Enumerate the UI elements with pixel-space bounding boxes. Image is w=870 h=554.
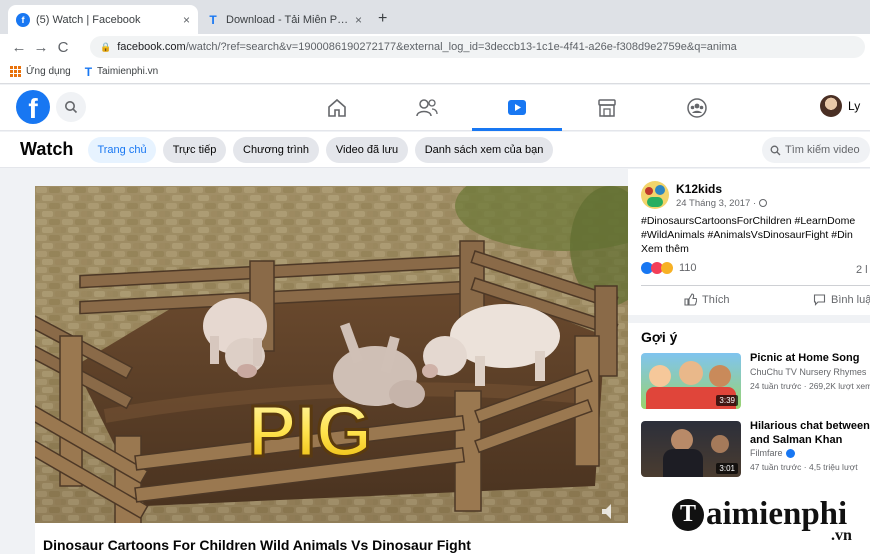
post-date: 24 Tháng 3, 2017 ·	[676, 198, 767, 209]
nav-home[interactable]	[292, 89, 382, 127]
search-icon	[770, 145, 781, 155]
suggestion-meta: 24 tuần trước · 269,2K lượt xem	[750, 381, 870, 391]
lock-icon: 🔒	[100, 41, 112, 52]
groups-icon	[687, 98, 707, 118]
facebook-header: f Ly	[0, 85, 870, 131]
video-info-bar: Dinosaur Cartoons For Children Wild Anim…	[35, 523, 628, 554]
marketplace-icon	[598, 99, 616, 117]
suggestion-title-cont[interactable]: and Salman Khan	[750, 434, 870, 446]
video-title[interactable]: Dinosaur Cartoons For Children Wild Anim…	[43, 537, 471, 553]
bookmarks-bar: Ứng dụng T Taimienphi.vn	[0, 60, 870, 84]
new-tab-button[interactable]: +	[378, 10, 387, 28]
facebook-logo[interactable]: f	[16, 90, 50, 124]
watermark-initial: T	[672, 498, 704, 531]
comment-icon	[813, 294, 826, 306]
suggestion-meta: 47 tuần trước · 4,5 triệu lượt	[750, 462, 858, 472]
suggestion-channel[interactable]: Filmfare	[750, 448, 795, 458]
reaction-count: 110	[679, 262, 697, 274]
url-host: facebook.com	[117, 41, 186, 53]
suggestion-channel[interactable]: ChuChu TV Nursery Rhymes	[750, 367, 870, 377]
tab-title: Download - Tải Miễn Phí VN - Ph	[226, 13, 349, 26]
tab-taimienphi[interactable]: T Download - Tải Miễn Phí VN - Ph ×	[198, 5, 370, 34]
watch-subheader: Watch Trang chủ Trực tiếp Chương trình V…	[0, 132, 870, 168]
post-hashtags-1[interactable]: #DinosaursCartoonsForChildren #LearnDome	[641, 215, 870, 227]
profile-button[interactable]: Ly	[820, 95, 860, 117]
tab-facebook-watch[interactable]: f (5) Watch | Facebook ×	[8, 5, 198, 34]
close-tab-icon[interactable]: ×	[183, 13, 190, 27]
channel-name[interactable]: K12kids	[676, 182, 722, 196]
browser-toolbar: ← → C 🔒 facebook.com /watch/?ref=search&…	[0, 34, 870, 60]
bookmark-label: Taimienphi.vn	[97, 66, 159, 77]
watch-search-placeholder: Tìm kiếm video	[785, 144, 860, 156]
address-bar[interactable]: 🔒 facebook.com /watch/?ref=search&v=1900…	[90, 36, 865, 58]
comment-label: Bình luận	[831, 293, 870, 306]
nav-friends[interactable]	[382, 89, 472, 127]
friends-icon	[416, 99, 438, 117]
tab-danh-sach-xem[interactable]: Danh sách xem của bạn	[415, 137, 553, 163]
share-count[interactable]: 2 l	[856, 264, 868, 276]
browser-tab-bar: f (5) Watch | Facebook × T Download - Tả…	[0, 0, 870, 34]
suggestion-title[interactable]: Hilarious chat between	[750, 420, 870, 432]
close-tab-icon[interactable]: ×	[355, 13, 362, 27]
profile-name: Ly	[848, 99, 861, 113]
suggestions-heading: Gợi ý	[641, 329, 678, 345]
duration-badge: 3:01	[716, 463, 738, 474]
nav-marketplace[interactable]	[562, 89, 652, 127]
watch-icon	[508, 100, 526, 115]
tab-title: (5) Watch | Facebook	[36, 13, 141, 26]
tab-video-da-luu[interactable]: Video đã lưu	[326, 137, 408, 163]
home-icon	[328, 98, 346, 117]
video-player[interactable]: PIG	[35, 186, 628, 523]
video-overlay-text: PIG	[248, 392, 372, 472]
search-button[interactable]	[56, 92, 86, 122]
nav-groups[interactable]	[652, 89, 742, 127]
watermark-suffix: .vn	[831, 527, 852, 544]
divider	[641, 285, 870, 286]
tab-trang-chu[interactable]: Trang chủ	[88, 137, 156, 163]
like-label: Thích	[702, 293, 730, 306]
apps-grid-icon	[10, 66, 21, 77]
post-date-text: 24 Tháng 3, 2017 ·	[676, 198, 757, 209]
avatar	[820, 95, 842, 117]
back-arrow-icon[interactable]: ←	[8, 39, 30, 56]
video-frame: PIG	[35, 186, 628, 523]
tab-truc-tiep[interactable]: Trực tiếp	[163, 137, 226, 163]
reaction-summary[interactable]: 110	[641, 262, 697, 274]
taimienphi-icon: T	[209, 12, 217, 27]
globe-icon	[758, 199, 767, 207]
reload-icon[interactable]: C	[52, 39, 74, 56]
like-button[interactable]: Thích	[684, 293, 730, 306]
url-path: /watch/?ref=search&v=1900086190272177&ex…	[185, 41, 737, 53]
suggestion-title[interactable]: Picnic at Home Song	[750, 352, 870, 364]
divider	[628, 315, 870, 323]
comment-button[interactable]: Bình luận	[813, 293, 870, 306]
verified-badge-icon	[785, 448, 795, 458]
thumbs-up-icon	[684, 293, 697, 306]
search-icon	[65, 101, 78, 114]
page-title: Watch	[20, 139, 74, 159]
suggestion-thumbnail[interactable]: 3:39	[641, 353, 741, 409]
tab-chuong-trinh[interactable]: Chương trình	[233, 137, 319, 163]
suggestion-thumbnail[interactable]: 3:01	[641, 421, 741, 477]
taimienphi-icon: T	[84, 64, 93, 79]
facebook-icon: f	[16, 12, 30, 27]
nav-watch[interactable]	[472, 89, 562, 131]
suggestion-channel-name: Filmfare	[750, 448, 783, 458]
bookmark-apps[interactable]: Ứng dụng	[10, 66, 71, 77]
see-more-link[interactable]: Xem thêm	[641, 243, 689, 255]
bookmark-label: Ứng dụng	[26, 66, 71, 77]
post-hashtags-2[interactable]: #WildAnimals #AnimalsVsDinosaurFight #Di…	[641, 229, 870, 241]
watermark-text: aimienphi	[706, 496, 848, 532]
forward-arrow-icon[interactable]: →	[30, 39, 52, 56]
bookmark-taimienphi[interactable]: T Taimienphi.vn	[85, 65, 159, 79]
watch-search-input[interactable]: Tìm kiếm video	[762, 137, 870, 163]
channel-avatar[interactable]	[641, 181, 669, 209]
taimienphi-watermark: T aimienphi	[672, 496, 847, 533]
duration-badge: 3:39	[716, 395, 738, 406]
haha-reaction-icon	[661, 262, 673, 274]
